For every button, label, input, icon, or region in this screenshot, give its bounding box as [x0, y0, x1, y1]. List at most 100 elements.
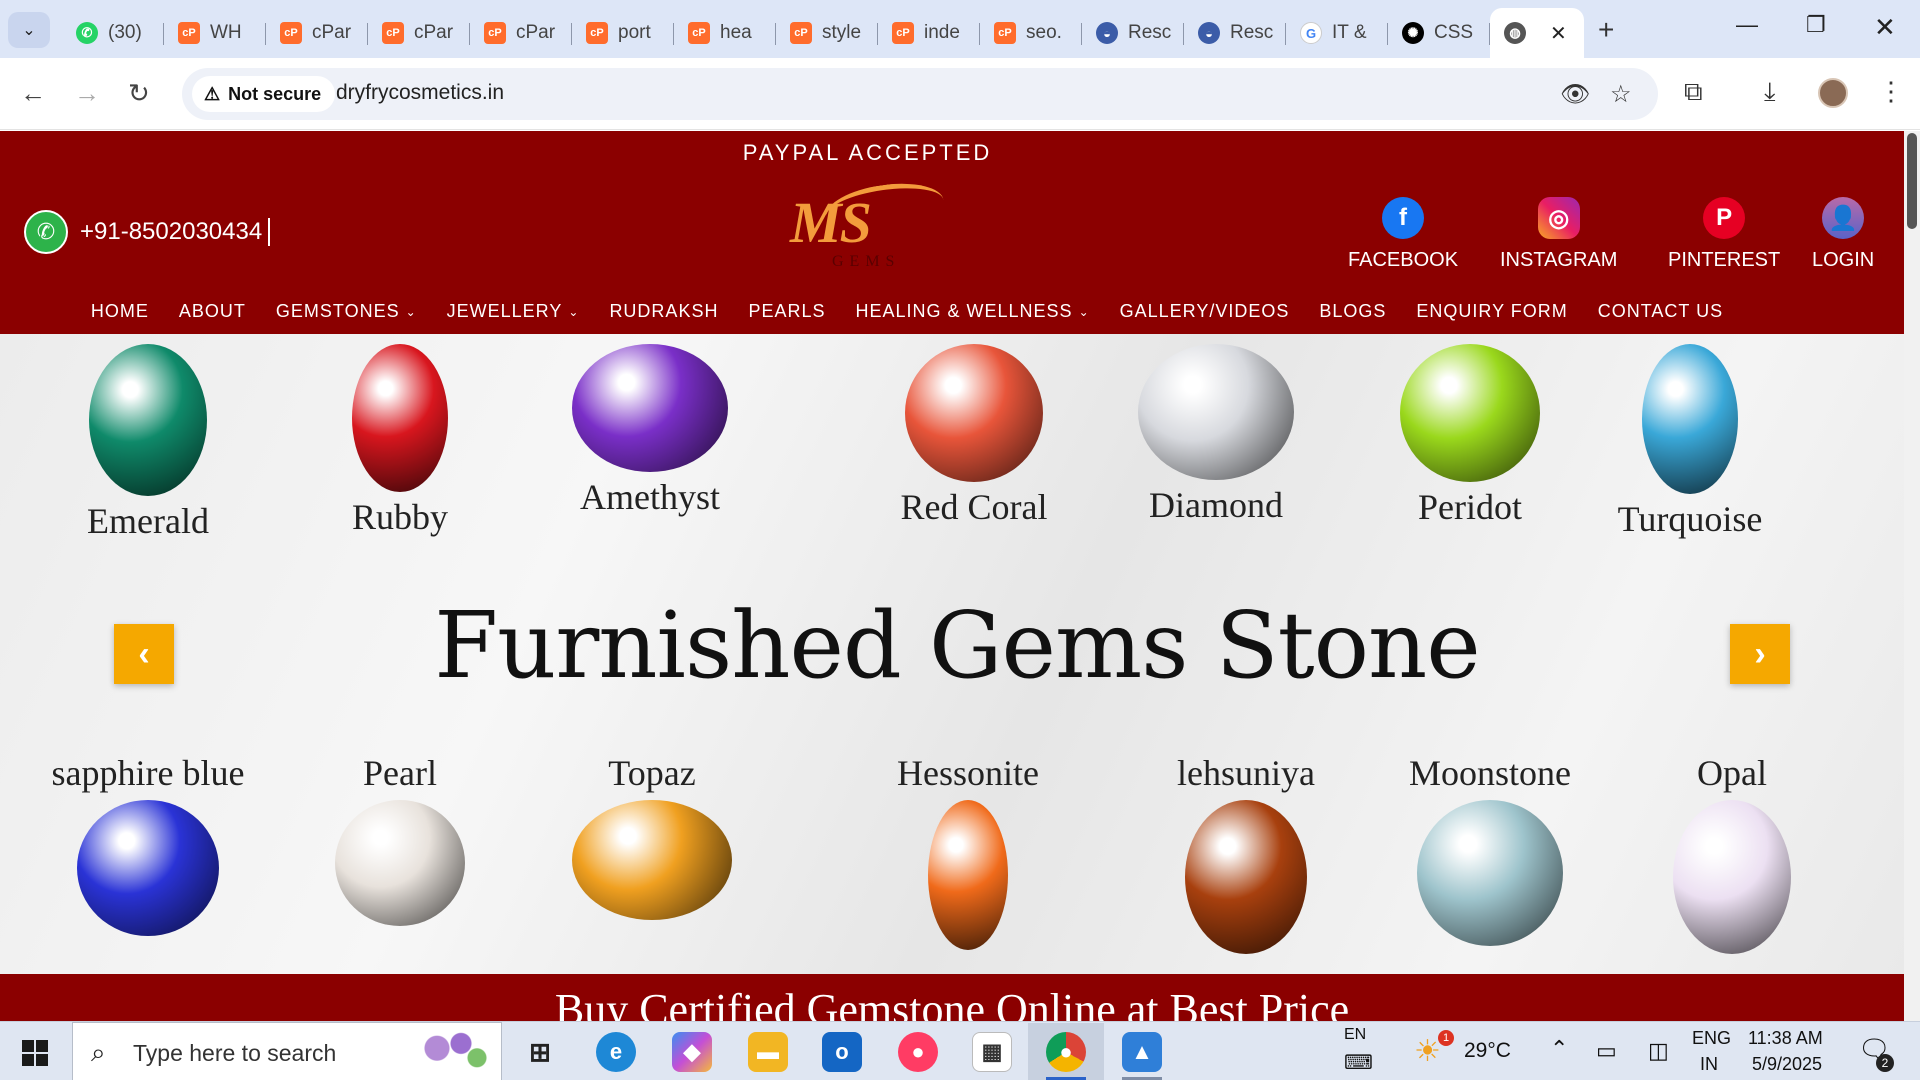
- tray-chevron-icon[interactable]: ⌃: [1550, 1036, 1568, 1062]
- address-bar[interactable]: ⚠ Not secure dryfrycosmetics.in 👁 ☆: [182, 68, 1658, 120]
- facebook-label: FACEBOOK: [1348, 249, 1459, 271]
- file-explorer-icon[interactable]: ▬: [748, 1032, 788, 1072]
- microsoft-store-icon[interactable]: ▦: [972, 1032, 1012, 1072]
- tab-active[interactable]: ◍ ✕: [1490, 8, 1584, 58]
- gem-bottom_gems-5[interactable]: Moonstone: [1390, 752, 1590, 946]
- slider-prev-button[interactable]: ‹: [114, 624, 174, 684]
- gem-bottom_gems-0[interactable]: sapphire blue: [48, 752, 248, 936]
- gem-bottom_gems-3[interactable]: Hessonite: [868, 752, 1068, 950]
- restore-button[interactable]: ❐: [1806, 12, 1826, 38]
- gem-top_gems-3[interactable]: Red Coral: [874, 344, 1074, 528]
- url-text[interactable]: dryfrycosmetics.in: [336, 81, 504, 105]
- security-chip[interactable]: ⚠ Not secure: [192, 76, 336, 112]
- tab-9[interactable]: cP seo.: [980, 12, 1082, 54]
- profile-avatar[interactable]: [1818, 78, 1848, 108]
- region-label[interactable]: IN: [1700, 1054, 1718, 1075]
- browser-toolbar: ← → ↻ ⚠ Not secure dryfrycosmetics.in 👁 …: [0, 58, 1920, 130]
- clock-date[interactable]: 5/9/2025: [1752, 1054, 1822, 1075]
- new-tab-button[interactable]: +: [1598, 14, 1614, 46]
- nav-item-6[interactable]: HEALING & WELLNESS ⌄: [856, 301, 1090, 322]
- eye-slash-icon[interactable]: 👁: [1560, 80, 1590, 109]
- taskbar-search[interactable]: ⌕ Type here to search: [72, 1022, 502, 1080]
- tab-4[interactable]: cP cPar: [470, 12, 572, 54]
- tab-0[interactable]: ✆ (30): [62, 12, 164, 54]
- extensions-icon[interactable]: ⧉: [1684, 76, 1703, 108]
- start-button[interactable]: [22, 1040, 48, 1066]
- tab-7[interactable]: cP style: [776, 12, 878, 54]
- google-icon: G: [1300, 22, 1322, 44]
- forward-button[interactable]: →: [74, 78, 100, 109]
- gem-name: Amethyst: [580, 477, 720, 517]
- outlook-icon[interactable]: o: [822, 1032, 862, 1072]
- nav-item-label: PEARLS: [748, 301, 826, 321]
- gem-top_gems-0[interactable]: Emerald: [48, 344, 248, 542]
- copilot-icon[interactable]: ◆: [672, 1032, 712, 1072]
- site-logo[interactable]: MS GEMS: [786, 177, 947, 271]
- nav-item-8[interactable]: BLOGS: [1319, 301, 1386, 322]
- photos-icon[interactable]: ▲: [1122, 1032, 1162, 1072]
- cpanel-icon: cP: [484, 22, 506, 44]
- gem-bottom_gems-1[interactable]: Pearl: [300, 752, 500, 926]
- clock-time[interactable]: 11:38 AM: [1748, 1028, 1823, 1049]
- weather-temp[interactable]: 29°C: [1464, 1039, 1511, 1063]
- gem-top_gems-1[interactable]: Rubby: [300, 344, 500, 538]
- minimize-button[interactable]: —: [1736, 12, 1758, 38]
- facebook-link[interactable]: f FACEBOOK: [1348, 197, 1458, 272]
- nav-item-5[interactable]: PEARLS: [748, 301, 825, 322]
- tab-5[interactable]: cP port: [572, 12, 674, 54]
- nav-item-2[interactable]: GEMSTONES ⌄: [276, 301, 417, 322]
- tab-13[interactable]: ✺ CSS: [1388, 12, 1490, 54]
- nav-item-7[interactable]: GALLERY/VIDEOS: [1120, 301, 1290, 322]
- login-link[interactable]: 👤 LOGIN: [1812, 197, 1874, 272]
- close-tab-icon[interactable]: ✕: [1550, 21, 1567, 46]
- tab-1[interactable]: cP WH: [164, 12, 266, 54]
- back-button[interactable]: ←: [20, 78, 46, 109]
- phone-contact[interactable]: ✆ +91-8502030434: [24, 210, 271, 254]
- nav-item-9[interactable]: ENQUIRY FORM: [1416, 301, 1567, 322]
- slider-next-button[interactable]: ›: [1730, 624, 1790, 684]
- download-icon[interactable]: ⤓: [1764, 76, 1776, 108]
- tab-10[interactable]: ◒ Resc: [1082, 12, 1184, 54]
- gem-bottom_gems-6[interactable]: Opal: [1632, 752, 1832, 954]
- tab-12[interactable]: G IT &: [1286, 12, 1388, 54]
- bookmark-star-icon[interactable]: ☆: [1610, 80, 1632, 109]
- nav-item-10[interactable]: CONTACT US: [1598, 301, 1723, 322]
- nav-item-0[interactable]: HOME: [91, 301, 149, 322]
- close-window-button[interactable]: ✕: [1874, 12, 1896, 43]
- chrome-icon[interactable]: ●: [1046, 1032, 1086, 1072]
- lang-label[interactable]: ENG: [1692, 1028, 1731, 1049]
- gem-bottom_gems-2[interactable]: Topaz: [552, 752, 752, 920]
- tab-6[interactable]: cP hea: [674, 12, 776, 54]
- gem-bottom_gems-4[interactable]: lehsuniya: [1146, 752, 1346, 954]
- tab-3[interactable]: cP cPar: [368, 12, 470, 54]
- edge-icon[interactable]: e: [596, 1032, 636, 1072]
- cpanel-icon: cP: [586, 22, 608, 44]
- keyboard-icon[interactable]: ⌨: [1344, 1050, 1373, 1075]
- gem-top_gems-4[interactable]: Diamond: [1116, 344, 1316, 526]
- nav-item-3[interactable]: JEWELLERY ⌄: [447, 301, 580, 322]
- tab-label: cPar: [312, 22, 352, 43]
- tab-11[interactable]: ◒ Resc: [1184, 12, 1286, 54]
- logo-subtext: GEMS: [832, 253, 901, 270]
- weather-icon[interactable]: ☀: [1414, 1034, 1441, 1069]
- scrollbar-thumb[interactable]: [1907, 133, 1917, 229]
- task-view-icon[interactable]: ⊞: [520, 1032, 560, 1072]
- tab-8[interactable]: cP inde: [878, 12, 980, 54]
- cpanel-icon: cP: [382, 22, 404, 44]
- tab-2[interactable]: cP cPar: [266, 12, 368, 54]
- gem-top_gems-2[interactable]: Amethyst: [550, 344, 750, 518]
- more-menu-icon[interactable]: ⋮: [1878, 76, 1904, 107]
- nav-item-1[interactable]: ABOUT: [179, 301, 246, 322]
- gem-top_gems-5[interactable]: Peridot: [1370, 344, 1570, 528]
- page-scrollbar[interactable]: [1904, 131, 1920, 1021]
- tab-search-button[interactable]: ⌄: [8, 12, 50, 48]
- meet-icon[interactable]: ◫: [1648, 1038, 1669, 1064]
- instagram-link[interactable]: ◎ INSTAGRAM: [1500, 197, 1617, 272]
- gem-top_gems-6[interactable]: Turquoise: [1590, 344, 1790, 540]
- battery-icon[interactable]: ▭: [1596, 1038, 1617, 1064]
- app-icon[interactable]: ●: [898, 1032, 938, 1072]
- nav-item-4[interactable]: RUDRAKSH: [609, 301, 718, 322]
- reload-button[interactable]: ↻: [128, 78, 150, 109]
- pinterest-link[interactable]: P PINTEREST: [1668, 197, 1780, 272]
- pinterest-label: PINTEREST: [1668, 249, 1781, 271]
